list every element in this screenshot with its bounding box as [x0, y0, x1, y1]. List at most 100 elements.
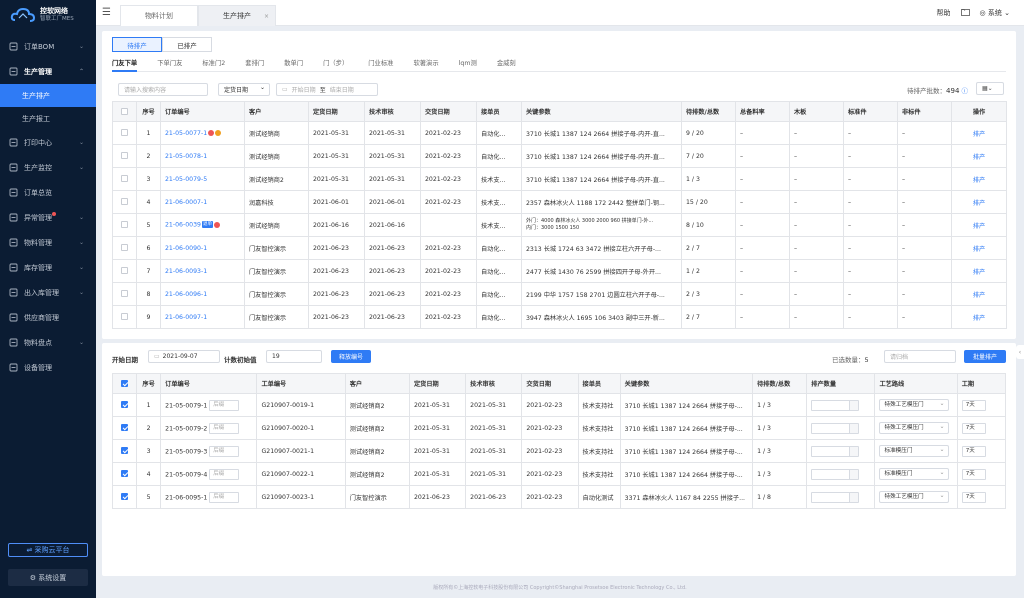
- tab-production-schedule[interactable]: 生产排产 ×: [198, 5, 276, 26]
- column-header[interactable]: 序号: [136, 101, 161, 122]
- count-start-input[interactable]: 19: [266, 350, 322, 363]
- column-header[interactable]: 关键参数: [521, 101, 682, 122]
- sidebar-item-11[interactable]: 设备管理: [0, 355, 96, 380]
- order-number-cell[interactable]: 21-06-0093-1: [160, 259, 245, 283]
- category-tab-4[interactable]: 散单门: [284, 58, 303, 72]
- date-range-picker[interactable]: ▭ 开始日期至结束日期: [276, 83, 378, 96]
- table-row[interactable]: 3 21-05-0079-3 后缀 G210907-0021-1 测试经销商2 2021…: [111, 439, 1007, 463]
- column-header[interactable]: 技术审核: [364, 101, 421, 122]
- sidebar-item-3[interactable]: 生产监控 ⌄: [0, 155, 96, 180]
- suffix-input[interactable]: 后缀: [209, 399, 240, 411]
- duration-input[interactable]: 7天: [961, 491, 986, 503]
- info-icon[interactable]: ⓘ: [962, 87, 969, 95]
- row-checkbox[interactable]: [111, 393, 138, 417]
- close-icon[interactable]: ×: [264, 13, 269, 20]
- order-number-cell[interactable]: 21-05-0078-1: [160, 144, 245, 168]
- column-header[interactable]: 交货日期: [521, 373, 579, 394]
- duration-input[interactable]: 7天: [961, 422, 986, 434]
- batch-schedule-button[interactable]: 批量排产: [964, 350, 1006, 363]
- row-checkbox[interactable]: [112, 305, 137, 329]
- category-tab-9[interactable]: 金威刻: [497, 58, 516, 72]
- cloud-platform-button[interactable]: ⇌ 采购云平台: [8, 543, 88, 557]
- column-header[interactable]: 非标件: [897, 101, 952, 122]
- chevron-left-icon[interactable]: ‹: [1016, 345, 1024, 359]
- column-header[interactable]: 工艺路线: [874, 373, 958, 394]
- order-number-link[interactable]: 21-06-0096-1: [165, 291, 207, 298]
- process-route-select[interactable]: 特殊工艺模压门: [879, 491, 950, 503]
- quantity-stepper[interactable]: [811, 422, 860, 434]
- quantity-stepper[interactable]: [811, 399, 860, 411]
- start-date-input[interactable]: ▭ 2021-09-07: [148, 350, 220, 363]
- duration-input[interactable]: 7天: [961, 399, 986, 411]
- schedule-link[interactable]: 排产: [951, 259, 1007, 283]
- row-checkbox[interactable]: [112, 121, 137, 145]
- order-number-cell[interactable]: 21-06-0039 退单: [160, 213, 245, 237]
- stepper-arrows[interactable]: [849, 400, 859, 410]
- sidebar-item-1[interactable]: 生产管理 ⌃: [0, 59, 96, 84]
- row-checkbox[interactable]: [111, 439, 138, 463]
- order-number-link[interactable]: 21-05-0078-1: [165, 153, 207, 160]
- tab-material-plan[interactable]: 物料计划: [120, 5, 198, 26]
- process-route-select[interactable]: 特殊工艺模压门: [879, 422, 950, 434]
- sidebar-item-6[interactable]: 物料管理 ⌄: [0, 230, 96, 255]
- table-row[interactable]: 7 21-06-0093-1 门友智控演示 2021-06-23 2021-06-23 2…: [112, 259, 1007, 283]
- search-input[interactable]: 请输入搜索内容: [118, 83, 208, 96]
- stepper-arrows[interactable]: [849, 446, 859, 456]
- schedule-link[interactable]: 排产: [951, 236, 1007, 260]
- table-row[interactable]: 5 21-06-0039 退单 测试经销商 2021-06-16 2021-06-16 技术…: [112, 213, 1007, 237]
- column-header[interactable]: 订单编号: [160, 373, 258, 394]
- column-settings-button[interactable]: ▦ ⌄: [976, 82, 1004, 95]
- column-header[interactable]: 工单编号: [256, 373, 346, 394]
- row-checkbox[interactable]: [112, 259, 137, 283]
- sidebar-item-5[interactable]: 异常管理 ⌄: [0, 205, 96, 230]
- column-header[interactable]: 交货日期: [420, 101, 477, 122]
- row-checkbox[interactable]: [112, 190, 137, 214]
- system-settings-button[interactable]: ⚙ 系统设置: [8, 569, 88, 586]
- table-row[interactable]: 1 21-05-0079-1 后缀 G210907-0019-1 测试经销商2 2021…: [111, 393, 1007, 417]
- process-route-select[interactable]: 特殊工艺模压门: [879, 399, 950, 411]
- release-number-button[interactable]: 释放编号: [331, 350, 371, 363]
- suffix-input[interactable]: 后缀: [209, 468, 240, 480]
- date-type-select[interactable]: 定货日期 ⌄: [218, 83, 270, 96]
- help-link[interactable]: 帮助: [937, 8, 951, 18]
- column-header[interactable]: 客户: [244, 101, 309, 122]
- order-number-cell[interactable]: 21-06-0090-1: [160, 236, 245, 260]
- user-menu[interactable]: ◎ 系统 ⌄: [980, 8, 1010, 18]
- order-number-cell[interactable]: 21-06-0096-1: [160, 282, 245, 306]
- sidebar-subitem-1[interactable]: 生产报工: [0, 107, 96, 130]
- column-header[interactable]: 序号: [136, 373, 162, 394]
- tab-pending[interactable]: 待排产: [112, 37, 162, 52]
- column-header[interactable]: 操作: [951, 101, 1007, 122]
- order-number-link[interactable]: 21-06-0007-1: [165, 199, 207, 206]
- row-checkbox[interactable]: [111, 416, 138, 440]
- category-tab-8[interactable]: lqm测: [459, 58, 477, 72]
- table-row[interactable]: 8 21-06-0096-1 门友智控演示 2021-06-23 2021-06-23 2…: [112, 282, 1007, 306]
- row-checkbox[interactable]: [112, 236, 137, 260]
- quantity-stepper[interactable]: [811, 491, 860, 503]
- duration-input[interactable]: 7天: [961, 445, 986, 457]
- column-header[interactable]: 待排数/总数: [752, 373, 808, 394]
- sidebar-item-10[interactable]: 物料盘点 ⌄: [0, 330, 96, 355]
- table-row[interactable]: 2 21-05-0078-1 测试经销商 2021-05-31 2021-05-31 20…: [112, 144, 1007, 168]
- column-header[interactable]: 工期: [956, 373, 1007, 394]
- folder-icon[interactable]: [960, 8, 970, 18]
- stepper-arrows[interactable]: [849, 423, 859, 433]
- column-header[interactable]: 订单编号: [160, 101, 245, 122]
- schedule-link[interactable]: 排产: [951, 213, 1007, 237]
- duration-input[interactable]: 7天: [961, 468, 986, 480]
- order-number-link[interactable]: 21-06-0093-1: [165, 268, 207, 275]
- sidebar-item-8[interactable]: 出入库管理 ⌄: [0, 280, 96, 305]
- category-tab-1[interactable]: 下单门友: [157, 58, 182, 72]
- table-row[interactable]: 1 21-05-0077-1 测试经销商 2021-05-31 2021-05-31 20…: [112, 121, 1007, 145]
- order-number-cell[interactable]: 21-06-0097-1: [160, 305, 245, 329]
- process-route-select[interactable]: 标准模压门: [879, 445, 950, 457]
- select-all-checkbox[interactable]: [111, 373, 138, 394]
- row-checkbox[interactable]: [111, 485, 138, 509]
- schedule-link[interactable]: 排产: [951, 167, 1007, 191]
- order-number-link[interactable]: 21-06-0090-1: [165, 245, 207, 252]
- category-tab-7[interactable]: 软著演示: [413, 58, 438, 72]
- sidebar-item-7[interactable]: 库存管理 ⌄: [0, 255, 96, 280]
- row-checkbox[interactable]: [112, 144, 137, 168]
- select-all-checkbox[interactable]: [112, 101, 137, 122]
- schedule-link[interactable]: 排产: [951, 282, 1007, 306]
